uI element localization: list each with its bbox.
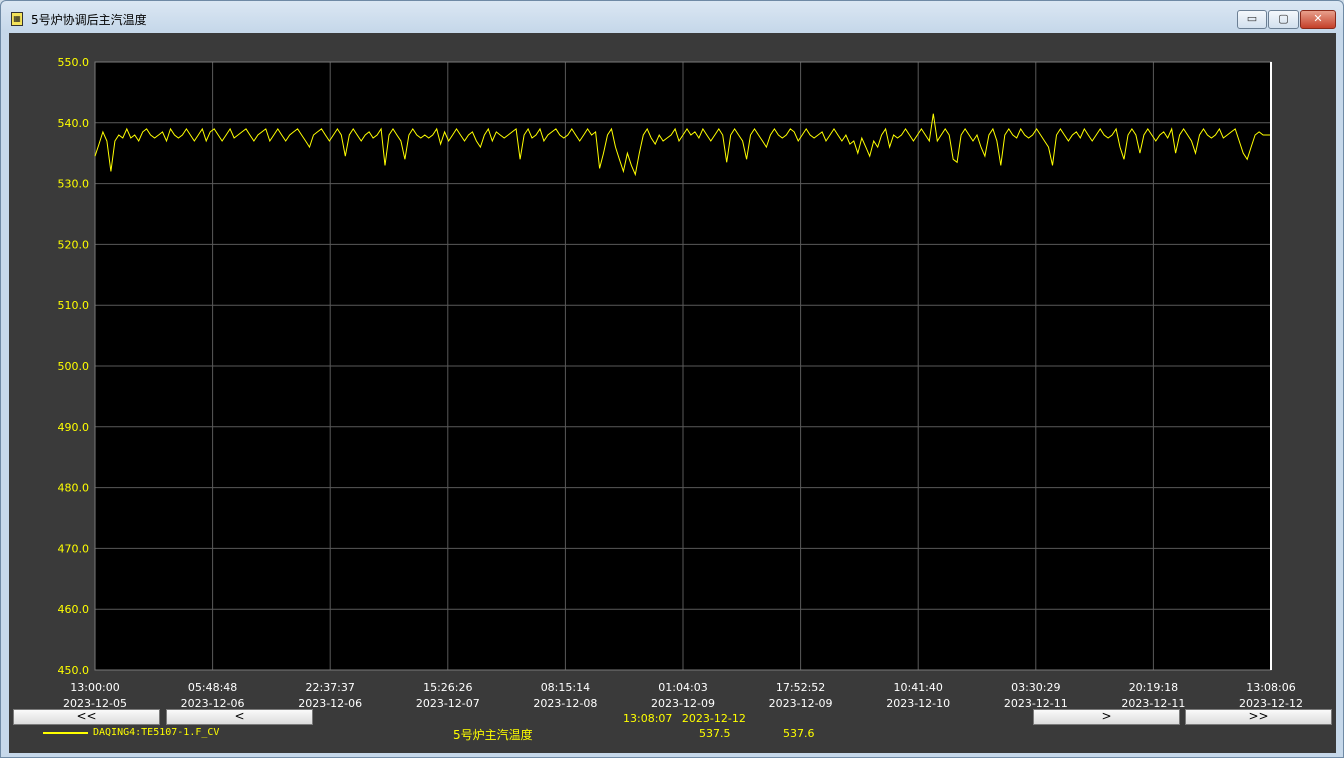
y-tick-label: 530.0 xyxy=(58,178,90,191)
x-tick-date: 2023-12-09 xyxy=(769,697,833,709)
cursor-date: 2023-12-12 xyxy=(681,712,746,725)
maximize-button[interactable]: ▢ xyxy=(1268,10,1299,29)
x-tick-date: 2023-12-05 xyxy=(63,697,127,709)
x-tick-date: 2023-12-10 xyxy=(886,697,950,709)
minimize-button[interactable]: ▭ xyxy=(1237,10,1267,29)
last-page-button[interactable]: >> xyxy=(1185,709,1332,725)
x-tick-date: 2023-12-06 xyxy=(298,697,362,709)
x-tick-time: 17:52:52 xyxy=(776,681,825,694)
window-title: 5号炉协调后主汽温度 xyxy=(31,13,147,27)
y-tick-label: 540.0 xyxy=(58,117,90,130)
legend-swatch xyxy=(43,732,88,734)
trend-chart[interactable]: 550.0 540.0 530.0 520.0 510.0 500.0 490.0 480.0… xyxy=(9,33,1336,709)
x-tick-time: 13:00:00 xyxy=(70,681,119,694)
next-page-button[interactable]: > xyxy=(1033,709,1180,725)
x-tick-time: 03:30:29 xyxy=(1011,681,1060,694)
x-tick-time: 05:48:48 xyxy=(188,681,237,694)
legend-tag: DAQING4:TE5107-1.F_CV xyxy=(93,727,220,738)
app-window: ▦ 5号炉协调后主汽温度 ▭ ▢ ✕ 550.0 540.0 530.0 520.0 5… xyxy=(0,0,1344,758)
x-tick-time: 10:41:40 xyxy=(893,681,942,694)
x-tick-time: 20:19:18 xyxy=(1129,681,1178,694)
legend-value-2: 537.6 xyxy=(783,727,815,740)
y-tick-label: 510.0 xyxy=(58,299,90,312)
app-icon: ▦ xyxy=(11,12,23,26)
x-tick-date: 2023-12-11 xyxy=(1004,697,1068,709)
prev-page-button[interactable]: < xyxy=(166,709,313,725)
y-tick-label: 490.0 xyxy=(58,421,90,434)
first-page-button[interactable]: << xyxy=(13,709,160,725)
x-tick-date: 2023-12-06 xyxy=(181,697,245,709)
cursor-time: 13:08:07 xyxy=(623,712,673,725)
x-tick-time: 15:26:26 xyxy=(423,681,472,694)
x-tick-date: 2023-12-09 xyxy=(651,697,715,709)
legend-value-1: 537.5 xyxy=(699,727,731,740)
legend-description: 5号炉主汽温度 xyxy=(453,728,533,742)
x-tick-time: 13:08:06 xyxy=(1246,681,1295,694)
y-tick-label: 450.0 xyxy=(58,664,90,677)
x-tick-date: 2023-12-07 xyxy=(416,697,480,709)
x-tick-time: 22:37:37 xyxy=(305,681,354,694)
x-tick-date: 2023-12-11 xyxy=(1121,697,1185,709)
x-tick-time: 08:15:14 xyxy=(541,681,590,694)
x-tick-time: 01:04:03 xyxy=(658,681,707,694)
y-tick-label: 500.0 xyxy=(58,360,90,373)
cursor-readout: 13:08:07 2023-12-12 xyxy=(623,712,746,725)
title-bar[interactable]: ▦ 5号炉协调后主汽温度 ▭ ▢ ✕ xyxy=(1,1,1343,33)
y-tick-label: 480.0 xyxy=(58,482,90,495)
y-tick-label: 460.0 xyxy=(58,603,90,616)
x-tick-date: 2023-12-08 xyxy=(533,697,597,709)
y-tick-label: 550.0 xyxy=(58,56,90,69)
y-tick-label: 470.0 xyxy=(58,542,90,555)
close-button[interactable]: ✕ xyxy=(1300,10,1336,29)
y-tick-label: 520.0 xyxy=(58,238,90,251)
x-tick-date: 2023-12-12 xyxy=(1239,697,1303,709)
trend-panel: 550.0 540.0 530.0 520.0 510.0 500.0 490.0 480.0… xyxy=(9,33,1336,753)
